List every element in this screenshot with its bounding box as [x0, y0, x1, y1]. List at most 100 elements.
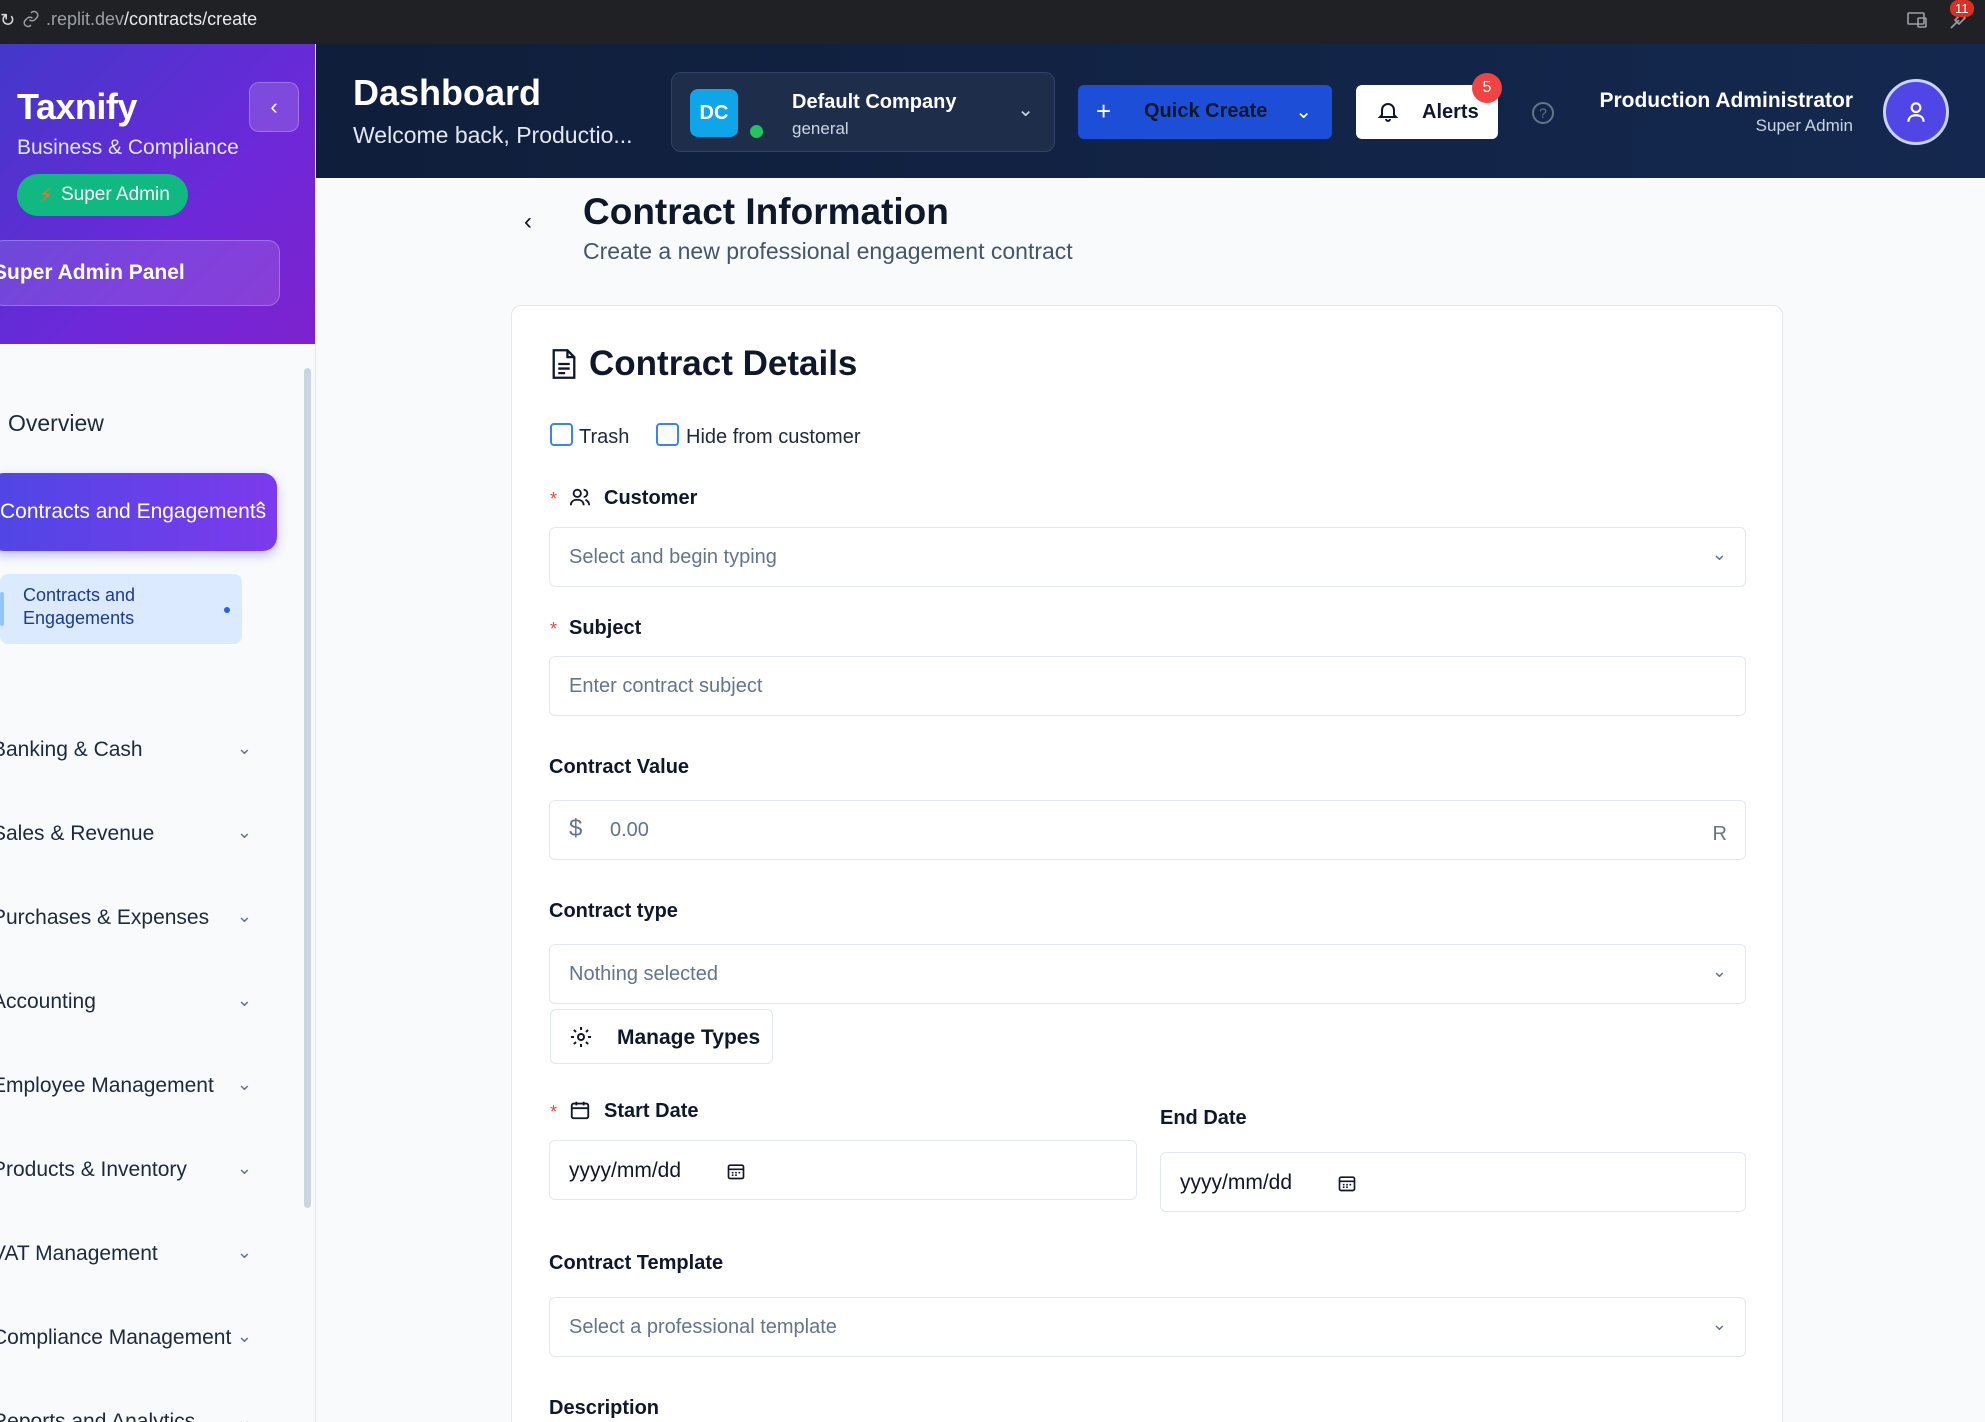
end-date-input[interactable]: yyyy/mm/dd [1160, 1152, 1746, 1212]
contract-template-select[interactable]: Select a professional template ⌄ [549, 1297, 1746, 1357]
quick-create-button[interactable]: + Quick Create ⌄ [1078, 85, 1332, 139]
nav-overview[interactable]: Overview [8, 410, 104, 437]
customer-label: Customer [604, 487, 698, 509]
role-badge: ⚡ Super Admin [17, 174, 188, 216]
chevron-down-icon: ⌄ [1711, 1314, 1727, 1334]
alerts-button[interactable]: Alerts 5 [1356, 73, 1502, 139]
nav-reports[interactable]: Reports and Analytics ⌄ [0, 1402, 252, 1422]
link-icon [23, 10, 39, 28]
nav-sub-contracts[interactable]: Contracts and Engagements [0, 574, 242, 644]
contract-template-placeholder: Select a professional template [569, 1316, 837, 1338]
nav-vat[interactable]: VAT Management ⌄ [0, 1234, 252, 1274]
trash-label: Trash [579, 426, 630, 448]
document-icon [552, 349, 576, 379]
nav-sub-label-line1: Contracts and [23, 585, 136, 605]
contract-template-label: Contract Template [549, 1252, 724, 1274]
company-switcher[interactable]: DC Default Company general ⌄ [671, 72, 1055, 152]
super-admin-panel-button[interactable]: Super Admin Panel [0, 240, 280, 306]
start-date-input[interactable]: yyyy/mm/dd [549, 1140, 1137, 1200]
chevron-up-icon: ⌃ [252, 499, 269, 521]
contract-value-label: Contract Value [549, 756, 690, 778]
calendar-icon[interactable] [1337, 1173, 1357, 1193]
reload-icon[interactable]: ↻ [0, 10, 15, 31]
nav-compliance[interactable]: Compliance Management ⌄ [0, 1318, 252, 1358]
users-icon [569, 488, 591, 506]
collapse-sidebar-button[interactable]: ‹ [249, 82, 299, 132]
nav-vat-label: VAT Management [0, 1242, 158, 1265]
trash-checkbox[interactable] [550, 423, 573, 446]
avatar[interactable] [1883, 79, 1949, 145]
nav-employee[interactable]: Employee Management ⌄ [0, 1066, 252, 1106]
nav-banking[interactable]: Banking & Cash ⌄ [0, 730, 252, 770]
url-text[interactable]: .replit.dev/contracts/create [46, 9, 257, 30]
nav-group-contracts-label: Contracts and Engagements [0, 500, 267, 523]
calendar-icon[interactable] [726, 1161, 746, 1181]
page-title: Contract Information [583, 191, 949, 232]
gear-icon [571, 1027, 591, 1047]
nav-group-contracts[interactable]: Contracts and Engagements ⌃ [0, 473, 277, 551]
end-date-placeholder: yyyy/mm/dd [1180, 1171, 1293, 1194]
contract-type-select[interactable]: Nothing selected ⌄ [549, 944, 1746, 1004]
chevron-down-icon: ⌄ [236, 1074, 252, 1094]
chevron-down-icon: ⌄ [236, 822, 252, 842]
help-icon[interactable]: ? [1532, 102, 1554, 124]
chevron-left-icon: ‹ [524, 208, 532, 235]
nav-accounting[interactable]: Accounting ⌄ [0, 982, 252, 1022]
chevron-down-icon: ⌄ [236, 738, 252, 758]
nav-reports-label: Reports and Analytics [0, 1410, 196, 1422]
role-badge-label: Super Admin [61, 184, 170, 205]
company-type: general [792, 119, 849, 138]
cast-icon[interactable] [1905, 8, 1929, 32]
sidebar: Taxnify Business & Compliance ‹ ⚡ Super … [0, 44, 316, 1422]
chevron-down-icon: ⌄ [236, 990, 252, 1010]
plus-icon: + [1096, 96, 1112, 126]
main-content: ‹ Contract Information Create a new prof… [316, 178, 1985, 1422]
nav-sales-label: Sales & Revenue [0, 822, 155, 845]
customer-placeholder: Select and begin typing [569, 546, 777, 568]
contract-value-placeholder: 0.00 [610, 819, 649, 841]
chevron-down-icon: ⌄ [1711, 961, 1727, 981]
customer-select[interactable]: Select and begin typing ⌄ [549, 527, 1746, 587]
sidebar-scrollbar[interactable] [302, 354, 312, 1422]
header-title: Dashboard [353, 72, 542, 113]
chevron-down-icon: ⌄ [236, 1242, 252, 1262]
active-indicator [0, 592, 4, 626]
nav-banking-label: Banking & Cash [0, 738, 143, 761]
user-icon [1907, 102, 1925, 122]
contract-type-placeholder: Nothing selected [569, 963, 718, 985]
alerts-label: Alerts [1422, 101, 1479, 123]
subject-label: Subject [569, 617, 642, 639]
subject-input[interactable]: Enter contract subject [549, 656, 1746, 716]
currency-suffix: R [1712, 823, 1727, 845]
nav-purchases[interactable]: Purchases & Expenses ⌄ [0, 898, 252, 938]
end-date-label: End Date [1160, 1107, 1247, 1129]
description-label: Description [549, 1397, 660, 1419]
nav-purchases-label: Purchases & Expenses [0, 906, 210, 929]
nav-accounting-label: Accounting [0, 990, 96, 1013]
welcome-text: Welcome back, Productio... [353, 122, 633, 148]
back-button[interactable]: ‹ [524, 208, 550, 235]
chevron-down-icon: ⌄ [236, 1410, 252, 1422]
nav-employee-label: Employee Management [0, 1074, 214, 1097]
contract-type-label: Contract type [549, 900, 678, 922]
nav-products[interactable]: Products & Inventory ⌄ [0, 1150, 252, 1190]
contract-value-input[interactable]: $ 0.00 R [549, 800, 1746, 860]
quick-create-label: Quick Create [1144, 100, 1268, 122]
scrollbar-thumb[interactable] [304, 368, 311, 1208]
extension-badge: 11 [1950, 0, 1974, 17]
company-logo: DC [690, 89, 738, 137]
online-status-dot [748, 123, 765, 140]
hide-from-customer-checkbox[interactable] [656, 423, 679, 446]
start-date-placeholder: yyyy/mm/dd [569, 1159, 682, 1182]
company-name: Default Company [792, 91, 957, 113]
required-mark: * [550, 619, 558, 639]
nav-sales[interactable]: Sales & Revenue ⌄ [0, 814, 252, 854]
brand-name: Taxnify [17, 86, 137, 127]
user-role: Super Admin [1755, 116, 1853, 135]
browser-address-bar: ↻ .replit.dev/contracts/create 11 [0, 0, 1985, 44]
super-admin-panel-label: Super Admin Panel [0, 261, 185, 284]
manage-types-button[interactable]: Manage Types [550, 1009, 773, 1064]
chevron-down-icon: ⌄ [236, 1326, 252, 1346]
contract-details-card: Contract Details Trash Hide from custome… [511, 305, 1783, 1422]
chevron-down-icon: ⌄ [1295, 101, 1312, 123]
